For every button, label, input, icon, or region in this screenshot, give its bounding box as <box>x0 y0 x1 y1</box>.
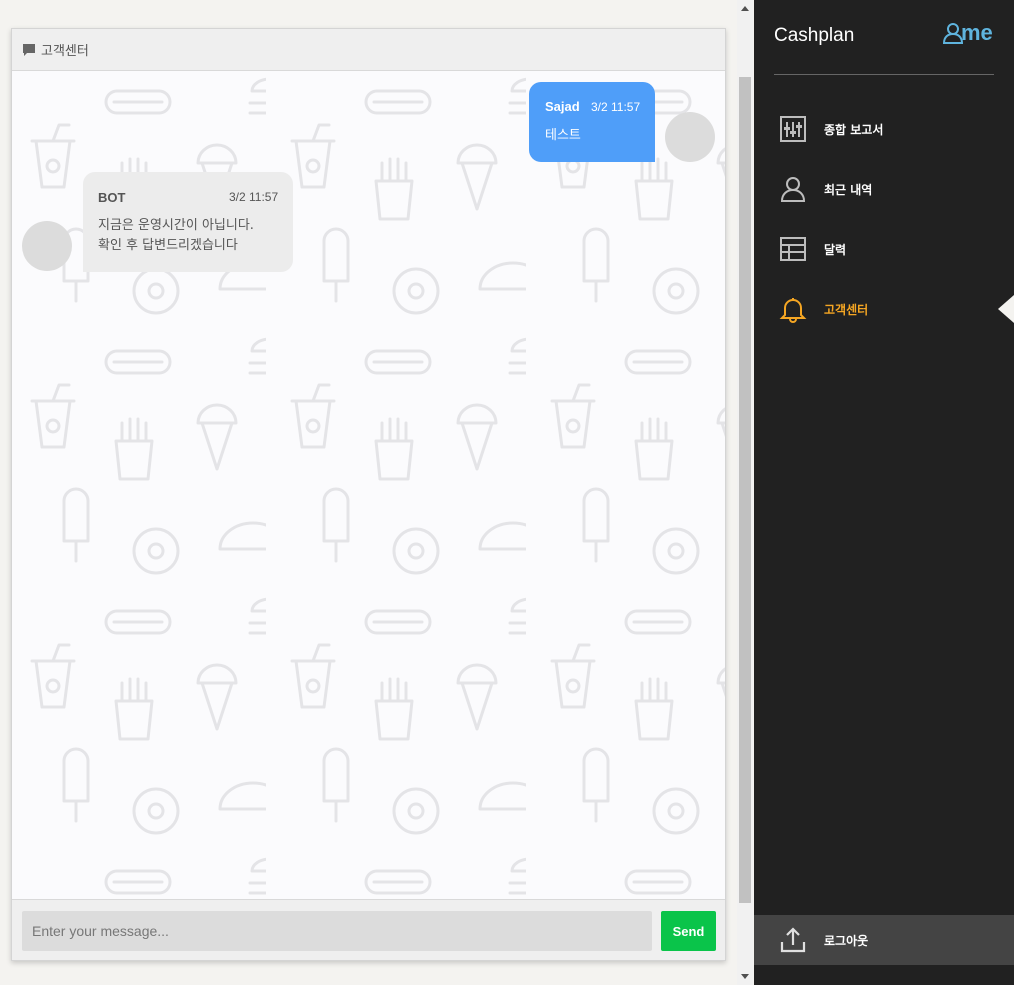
sidebar-item-support[interactable]: 고객센터 <box>754 279 1014 339</box>
user-avatar <box>665 112 715 162</box>
logout-label: 로그아웃 <box>824 934 869 948</box>
bell-icon <box>779 298 807 323</box>
bot-avatar <box>22 221 72 271</box>
sidebar-item-label: 고객센터 <box>824 303 869 317</box>
message-time: 3/2 11:57 <box>591 100 641 114</box>
report-icon <box>780 116 806 142</box>
brand-name: Cashplan <box>774 25 855 46</box>
sidebar-item-label: 달력 <box>824 243 847 257</box>
bot-message-bubble: BOT 3/2 11:57 지금은 운영시간이 아닙니다. 확인 후 답변드리겠… <box>83 172 293 272</box>
page-scrollbar[interactable] <box>737 0 753 985</box>
upload-icon <box>780 927 806 953</box>
sidebar-item-calendar[interactable]: 달력 <box>754 219 1014 279</box>
scroll-up-arrow-icon[interactable] <box>741 6 749 11</box>
message-line: 지금은 운영시간이 아닙니다. <box>98 218 254 233</box>
me-logo[interactable]: me <box>943 22 993 44</box>
message-sender: Sajad <box>545 99 580 114</box>
sidebar-divider <box>774 74 994 75</box>
chat-messages-area[interactable]: Sajad 3/2 11:57 테스트 BOT 3/2 11:57 지금은 운영… <box>12 71 725 899</box>
active-indicator <box>998 295 1014 323</box>
chat-panel: 고객센터 Sajad 3/2 11:57 테스트 BOT 3/2 11:57 지… <box>11 28 726 961</box>
chat-bubble-icon <box>23 43 35 56</box>
user-icon <box>780 177 806 202</box>
chat-header-title: 고객센터 <box>41 44 89 59</box>
message-line: 확인 후 답변드리겠습니다 <box>98 238 238 253</box>
sidebar-item-label: 최근 내역 <box>824 183 873 197</box>
chat-header: 고객센터 <box>12 29 725 71</box>
person-outline-icon <box>943 23 963 44</box>
chat-input-bar: Send <box>12 899 725 960</box>
sidebar-item-recent[interactable]: 최근 내역 <box>754 159 1014 219</box>
sidebar: Cashplan me 종합 보고서 최근 내역 달력 고객센터 로그아웃 <box>754 0 1014 985</box>
message-input[interactable] <box>22 911 652 951</box>
message-text: 테스트 <box>545 128 581 143</box>
sidebar-item-report[interactable]: 종합 보고서 <box>754 99 1014 159</box>
logout-button[interactable]: 로그아웃 <box>754 915 1014 965</box>
message-time: 3/2 11:57 <box>229 190 279 204</box>
scrollbar-thumb[interactable] <box>739 77 751 903</box>
message-sender: BOT <box>98 190 126 205</box>
sidebar-item-label: 종합 보고서 <box>824 123 884 137</box>
calendar-icon <box>780 237 806 261</box>
message-text: 지금은 운영시간이 아닙니다. 확인 후 답변드리겠습니다 <box>98 216 254 256</box>
me-logo-text: me <box>961 20 993 45</box>
scroll-down-arrow-icon[interactable] <box>741 974 749 979</box>
send-button[interactable]: Send <box>661 911 716 951</box>
user-message-bubble: Sajad 3/2 11:57 테스트 <box>529 82 655 162</box>
